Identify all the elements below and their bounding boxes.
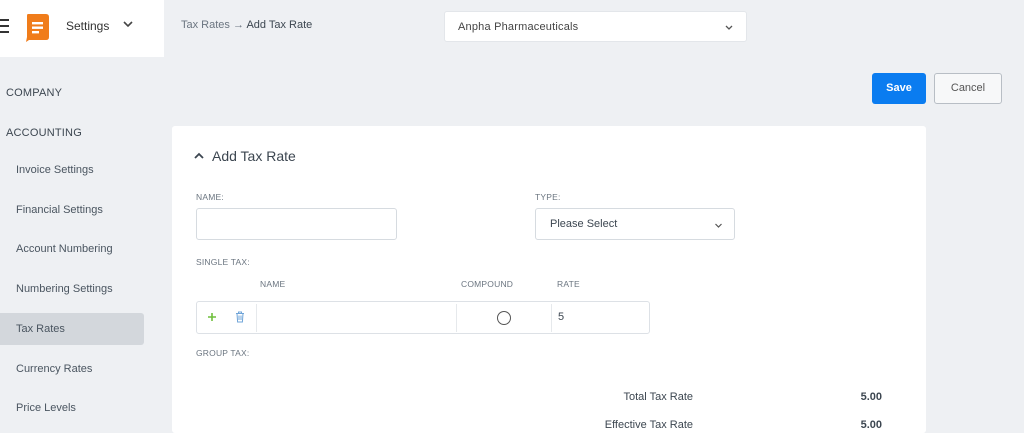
effective-tax-rate-label: Effective Tax Rate (604, 419, 693, 431)
sidebar-item-price-levels[interactable]: Price Levels (0, 392, 144, 424)
single-tax-label: SINGLE TAX: (196, 257, 250, 267)
card-title: Add Tax Rate (212, 148, 296, 164)
name-label: NAME: (196, 192, 224, 202)
row-divider (551, 304, 552, 332)
group-tax-label: GROUP TAX: (196, 348, 250, 358)
total-tax-rate-value: 5.00 (860, 391, 882, 403)
sidebar-section-accounting[interactable]: ACCOUNTING (6, 127, 82, 139)
hamburger-menu-icon[interactable] (0, 19, 9, 33)
chevron-down-icon (715, 223, 722, 228)
breadcrumb-arrow: → (232, 19, 244, 31)
cancel-button[interactable]: Cancel (934, 73, 1002, 104)
sidebar-item-numbering-settings[interactable]: Numbering Settings (0, 273, 144, 305)
sidebar-item-tax-rates[interactable]: Tax Rates (0, 313, 144, 345)
breadcrumb-parent[interactable]: Tax Rates (181, 19, 230, 31)
sidebar-item-financial-settings[interactable]: Financial Settings (0, 194, 144, 226)
chevron-down-icon[interactable] (122, 18, 134, 30)
type-label: TYPE: (535, 192, 561, 202)
sidebar-item-currency-rates[interactable]: Currency Rates (0, 353, 144, 385)
sidebar-item-invoice-settings[interactable]: Invoice Settings (0, 154, 144, 186)
single-tax-row: 5 (196, 301, 650, 334)
type-select[interactable]: Please Select (535, 208, 735, 240)
compound-radio[interactable] (497, 311, 511, 325)
chevron-down-icon (725, 25, 733, 30)
app-logo-icon[interactable] (25, 12, 51, 42)
plus-icon[interactable] (207, 312, 217, 322)
trash-icon[interactable] (235, 311, 245, 323)
breadcrumb-current: Add Tax Rate (246, 19, 313, 31)
chevron-up-icon[interactable] (193, 151, 205, 161)
sidebar-section-company[interactable]: COMPANY (6, 87, 62, 99)
brand-area: Settings (0, 0, 164, 57)
sidebar-item-account-numbering[interactable]: Account Numbering (0, 233, 144, 265)
rate-input[interactable]: 5 (558, 311, 564, 323)
top-bar: Settings Tax Rates → Add Tax Rate Anpha … (0, 0, 1024, 57)
type-select-value: Please Select (550, 218, 618, 230)
column-header-rate: RATE (557, 279, 580, 289)
company-select[interactable]: Anpha Pharmaceuticals (444, 11, 747, 42)
effective-tax-rate-value: 5.00 (860, 419, 882, 431)
breadcrumb: Tax Rates → Add Tax Rate (181, 19, 312, 31)
row-divider (256, 304, 257, 332)
column-header-name: NAME (260, 279, 286, 289)
row-divider (456, 304, 457, 332)
save-button[interactable]: Save (872, 73, 926, 104)
name-input[interactable] (196, 208, 397, 240)
settings-menu-label[interactable]: Settings (66, 19, 109, 33)
company-select-value: Anpha Pharmaceuticals (458, 21, 579, 33)
column-header-compound: COMPOUND (461, 279, 514, 289)
total-tax-rate-label: Total Tax Rate (623, 391, 693, 403)
add-tax-rate-card: Add Tax Rate NAME: TYPE: Please Select S… (172, 126, 926, 433)
sidebar: COMPANY ACCOUNTING Invoice Settings Fina… (0, 57, 164, 433)
